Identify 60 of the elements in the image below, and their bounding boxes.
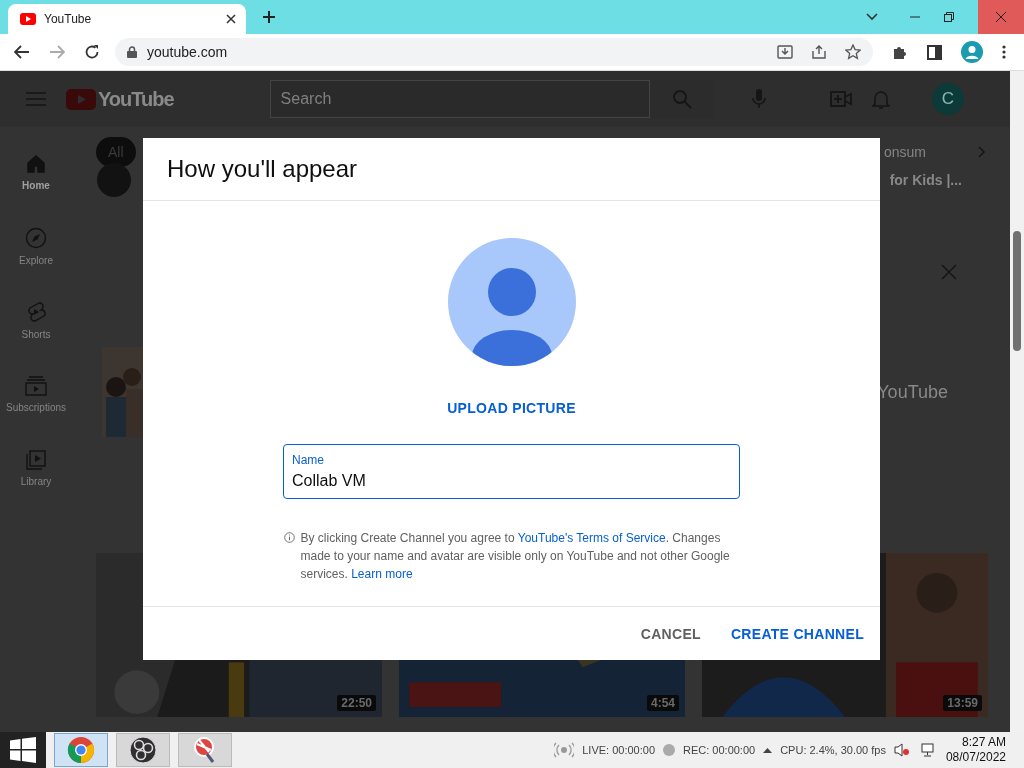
side-panel-icon[interactable]: [927, 44, 942, 60]
sidebar-item[interactable]: Subscriptions: [0, 357, 72, 431]
field-label: Name: [292, 453, 324, 467]
lock-icon: [127, 46, 137, 58]
name-field[interactable]: Name Collab VM: [283, 444, 740, 499]
name-input[interactable]: Collab VM: [292, 470, 731, 492]
star-icon[interactable]: [845, 44, 861, 60]
clock-time[interactable]: 8:27 AM: [961, 735, 1006, 750]
avatar[interactable]: C: [932, 83, 964, 115]
banner-title: YouTube: [877, 381, 948, 403]
speaker-muted-icon[interactable]: [893, 743, 910, 757]
duration-label: 4:54: [646, 695, 679, 711]
taskbar-app[interactable]: [178, 733, 232, 767]
taskbar-app[interactable]: [116, 733, 170, 767]
dialog-title: How you'll appear: [167, 155, 358, 183]
record-timer: REC: 00:00:00: [683, 744, 756, 756]
profile-icon[interactable]: [961, 41, 983, 63]
share-icon[interactable]: [811, 44, 827, 60]
duration-label: 13:59: [943, 695, 982, 711]
video-title[interactable]: for Kids |...: [889, 172, 962, 188]
start-button[interactable]: [0, 732, 46, 768]
terms-link[interactable]: YouTube's Terms of Service: [517, 531, 666, 545]
learn-more-link[interactable]: Learn more: [351, 567, 413, 581]
stats-text: CPU: 2.4%, 30.00 fps: [780, 744, 886, 756]
cancel-button[interactable]: CANCEL: [632, 617, 709, 650]
play-logo-icon: [20, 13, 36, 25]
broadcast-icon: [554, 742, 575, 758]
live-timer: LIVE: 00:00:00: [582, 744, 655, 756]
tab-title: YouTube: [44, 12, 93, 26]
clock-date[interactable]: 08/07/2022: [945, 750, 1006, 765]
sidebar-item[interactable]: Shorts: [0, 283, 72, 357]
chevron-down-icon[interactable]: [866, 13, 878, 21]
address-field[interactable]: youtube.com: [115, 38, 873, 66]
caret-icon[interactable]: [763, 747, 773, 753]
three-circles-icon[interactable]: [129, 736, 157, 764]
reload-icon[interactable]: [84, 44, 100, 60]
scrollbar-thumb[interactable]: [1013, 231, 1021, 351]
search-field[interactable]: Search: [269, 80, 650, 118]
plus-icon[interactable]: [262, 10, 276, 24]
upload-picture-button[interactable]: UPLOAD PICTURE: [437, 392, 586, 424]
close-icon[interactable]: [226, 14, 236, 24]
puzzle-icon[interactable]: [892, 44, 908, 60]
restore-icon[interactable]: [944, 12, 954, 22]
chrome-icon[interactable]: [67, 736, 95, 764]
sidebar-item[interactable]: Library: [0, 431, 72, 505]
duration-label: 22:50: [337, 695, 376, 711]
browser-tab[interactable]: YouTube: [8, 4, 246, 34]
forward-icon[interactable]: [49, 45, 65, 59]
logo-text[interactable]: YouTube: [98, 87, 174, 111]
install-icon[interactable]: [777, 44, 793, 60]
more-icon[interactable]: [1002, 45, 1006, 59]
create-channel-button[interactable]: CREATE CHANNEL: [722, 617, 872, 650]
sidebar-item[interactable]: Explore: [0, 209, 72, 283]
back-icon[interactable]: [14, 45, 30, 59]
play-logo-icon: [66, 88, 96, 110]
windows-icon[interactable]: [10, 737, 36, 763]
terms-notice: By clicking Create Channel you agree to YouTube's Terms of Service. Changes made to your name and avatar are visible only on YouTube and not other Google services. Learn more: [300, 530, 731, 583]
sidebar-item[interactable]: Home: [0, 135, 72, 209]
info-icon: [283, 532, 295, 543]
record-dot-icon: [663, 744, 675, 756]
